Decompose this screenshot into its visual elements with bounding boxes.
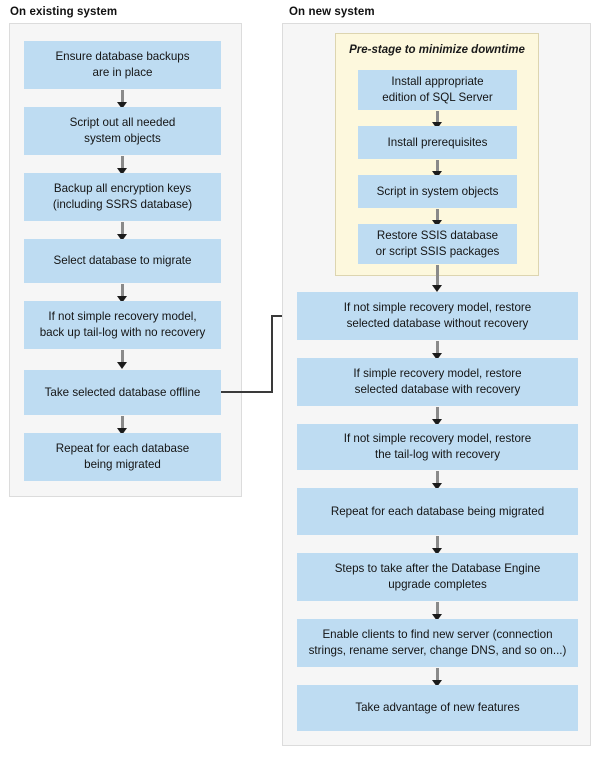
- node-restore-with-recovery[interactable]: If simple recovery model, restore select…: [297, 358, 578, 406]
- node-script-in-system-objects[interactable]: Script in system objects: [358, 175, 517, 208]
- node-take-advantage-new-features[interactable]: Take advantage of new features: [297, 685, 578, 731]
- prestage-title: Pre-stage to minimize downtime: [349, 44, 525, 56]
- connector-vertical: [271, 315, 273, 393]
- node-repeat-each-database-left[interactable]: Repeat for each database being migrated: [24, 433, 221, 481]
- node-enable-clients-find-server[interactable]: Enable clients to find new server (conne…: [297, 619, 578, 667]
- node-install-prerequisites[interactable]: Install prerequisites: [358, 126, 517, 159]
- node-restore-ssis-database[interactable]: Restore SSIS database or script SSIS pac…: [358, 224, 517, 264]
- column-title-new-system: On new system: [289, 6, 375, 18]
- node-backup-encryption-keys[interactable]: Backup all encryption keys (including SS…: [24, 173, 221, 221]
- node-take-database-offline[interactable]: Take selected database offline: [24, 370, 221, 415]
- node-restore-without-recovery[interactable]: If not simple recovery model, restore se…: [297, 292, 578, 340]
- column-title-existing-system: On existing system: [10, 6, 118, 18]
- node-steps-after-upgrade[interactable]: Steps to take after the Database Engine …: [297, 553, 578, 601]
- node-select-database-to-migrate[interactable]: Select database to migrate: [24, 239, 221, 283]
- node-repeat-each-database-right[interactable]: Repeat for each database being migrated: [297, 488, 578, 535]
- connector-horizontal-lower: [221, 391, 273, 393]
- node-install-sql-server-edition[interactable]: Install appropriate edition of SQL Serve…: [358, 70, 517, 110]
- node-backup-tail-log-no-recovery[interactable]: If not simple recovery model, back up ta…: [24, 301, 221, 349]
- node-ensure-database-backups[interactable]: Ensure database backups are in place: [24, 41, 221, 89]
- node-script-out-system-objects[interactable]: Script out all needed system objects: [24, 107, 221, 155]
- node-restore-tail-log-with-recovery[interactable]: If not simple recovery model, restore th…: [297, 424, 578, 470]
